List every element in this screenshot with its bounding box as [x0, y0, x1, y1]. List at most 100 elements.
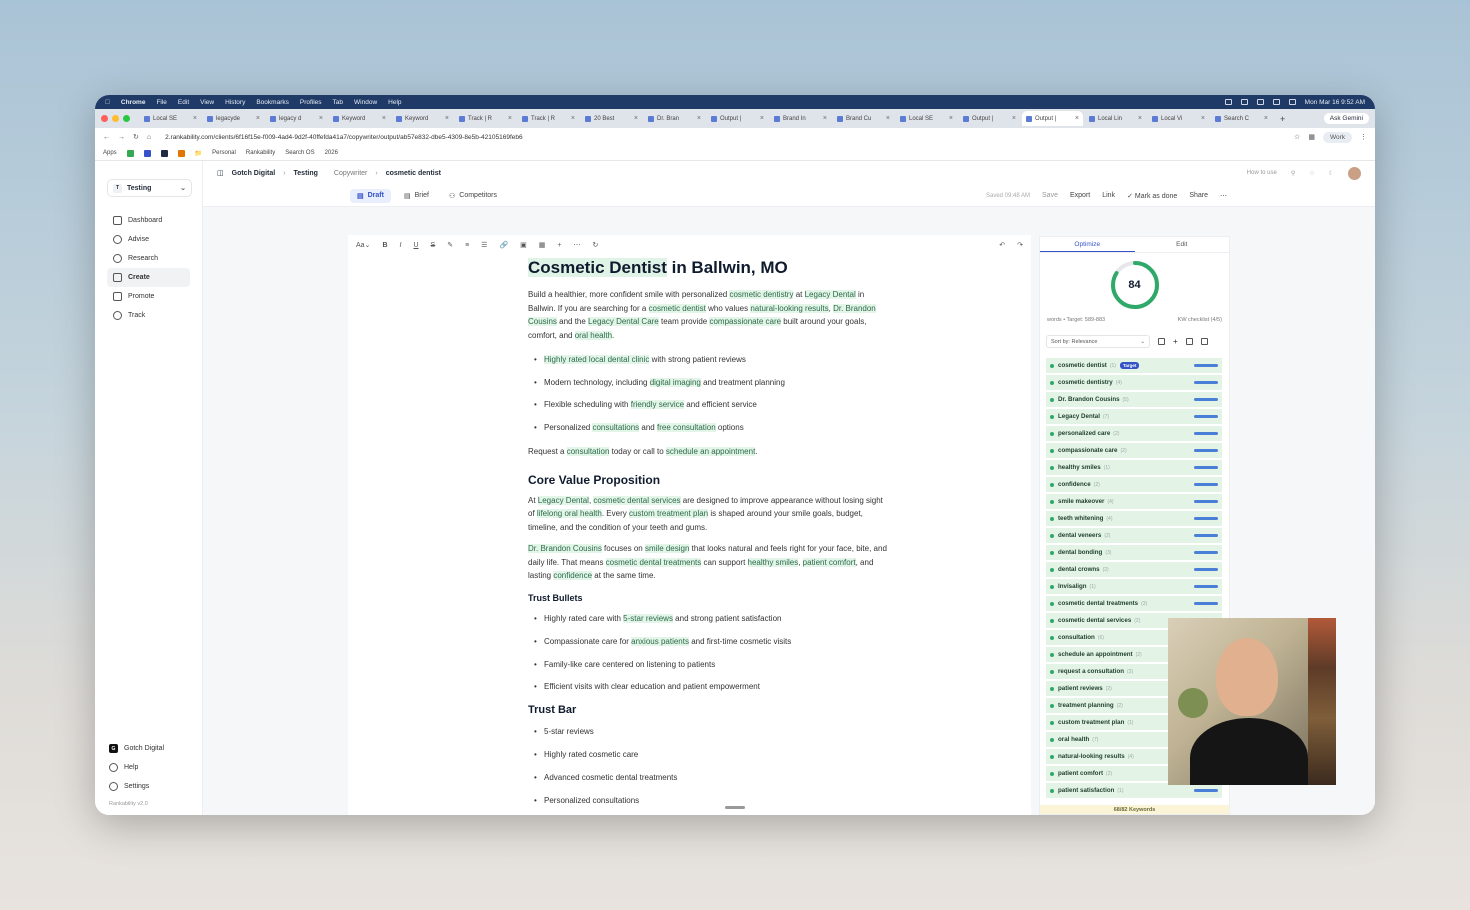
document-body[interactable]: Cosmetic Dentist in Ballwin, MO Build a … [348, 258, 888, 806]
keyword-item[interactable]: patient satisfaction (1) [1046, 783, 1222, 798]
wifi-icon[interactable] [1272, 99, 1280, 105]
close-tab-icon[interactable]: × [634, 115, 638, 122]
menu-edit[interactable]: Edit [178, 99, 189, 106]
keyword-item[interactable]: personalized care (2) [1046, 426, 1222, 441]
align-icon[interactable]: ≡ [465, 242, 469, 249]
close-tab-icon[interactable]: × [382, 115, 386, 122]
list-item[interactable]: Personalized consultations and free cons… [534, 422, 888, 433]
browser-tab[interactable]: legacy d × [266, 111, 327, 126]
bookmark-rankability[interactable]: Rankability [246, 150, 275, 156]
strikethrough-icon[interactable]: S [431, 242, 436, 249]
paragraph[interactable]: Request a consultation today or call to … [528, 445, 888, 459]
browser-tab[interactable]: Search C × [1211, 111, 1272, 126]
keyword-item[interactable]: cosmetic dentist (1) Target [1046, 358, 1222, 373]
browser-tab[interactable]: Local Vi × [1148, 111, 1209, 126]
profile-button[interactable]: Work [1322, 131, 1352, 143]
sidebar-item-advise[interactable]: Advise [107, 230, 190, 249]
list-item[interactable]: Compassionate care for anxious patients … [534, 636, 888, 647]
breadcrumb-project[interactable]: Testing [294, 170, 318, 177]
reload-icon[interactable]: ↻ [133, 133, 139, 141]
browser-tab[interactable]: Output | × [959, 111, 1020, 126]
menu-window[interactable]: Window [354, 99, 377, 106]
bookmark-search-os[interactable]: Search OS [285, 150, 314, 156]
apple-icon[interactable]:  [105, 99, 110, 106]
close-tab-icon[interactable]: × [886, 115, 890, 122]
browser-tab[interactable]: Local Lin × [1085, 111, 1146, 126]
sort-select[interactable]: Sort by: Relevance ⌄ [1046, 335, 1150, 348]
search-icon[interactable] [1158, 338, 1165, 345]
plus-icon[interactable]: + [1173, 337, 1178, 346]
close-tab-icon[interactable]: × [445, 115, 449, 122]
keyword-item[interactable]: dental veneers (2) [1046, 528, 1222, 543]
bookmark-personal[interactable]: Personal [212, 150, 236, 156]
bookmark-icon[interactable] [143, 149, 151, 157]
minimize-window-button[interactable] [112, 115, 119, 122]
document-editor[interactable]: Aa⌄ B I U S ✎ ≡ ☰ 🔗 ▣ ▦ + ⋯ ↻ ↶ ↷ Cosmet… [348, 235, 1031, 815]
url-field[interactable]: 2.rankability.com/clients/6f16f15e-f009-… [165, 134, 1286, 141]
menu-history[interactable]: History [225, 99, 245, 106]
browser-tab[interactable]: Track | R × [518, 111, 579, 126]
text-style-icon[interactable]: Aa⌄ [356, 241, 370, 249]
more-icon[interactable]: ⋯ [574, 241, 581, 249]
tab-edit[interactable]: Edit [1135, 237, 1230, 252]
keyword-item[interactable]: compassionate care (2) [1046, 443, 1222, 458]
bookmark-icon[interactable] [126, 149, 134, 157]
ask-gemini-button[interactable]: Ask Gemini [1323, 113, 1369, 124]
bookmark-icon[interactable] [177, 149, 185, 157]
bookmark-2026[interactable]: 2026 [325, 150, 338, 156]
keyword-item[interactable]: confidence (2) [1046, 477, 1222, 492]
browser-tab[interactable]: Keyword × [329, 111, 390, 126]
tab-draft[interactable]: ▤ Draft [350, 188, 391, 203]
browser-tab[interactable]: Brand In × [770, 111, 831, 126]
italic-icon[interactable]: I [400, 242, 402, 249]
workspace-switcher[interactable]: T Testing ⌄ [107, 179, 192, 197]
list-item[interactable]: Family-like care centered on listening t… [534, 659, 888, 670]
sidebar-item-dashboard[interactable]: Dashboard [107, 211, 190, 230]
back-icon[interactable]: ← [103, 134, 110, 141]
menubar-clock[interactable]: Mon Mar 16 9:52 AM [1305, 99, 1365, 106]
browser-tab[interactable]: Track | R × [455, 111, 516, 126]
list-icon[interactable]: ☰ [481, 241, 487, 249]
menu-file[interactable]: File [156, 99, 166, 106]
breadcrumb-section[interactable]: Copywriter [334, 170, 367, 177]
browser-tab[interactable]: Output | × [707, 111, 768, 126]
bell-icon[interactable]: ♢ [1309, 170, 1314, 177]
bookmark-apps[interactable]: Apps [103, 150, 117, 156]
list-item[interactable]: Highly rated care with 5-star reviews an… [534, 613, 888, 624]
keyword-item[interactable]: smile makeover (4) [1046, 494, 1222, 509]
mark-as-done-button[interactable]: ✓ Mark as done [1127, 192, 1177, 200]
sidebar-item-gotch-digital[interactable]: G Gotch Digital [103, 739, 194, 758]
section-heading[interactable]: Trust Bullets [528, 593, 888, 603]
paragraph[interactable]: Build a healthier, more confident smile … [528, 288, 888, 343]
keyword-item[interactable]: Legacy Dental (7) [1046, 409, 1222, 424]
list-item[interactable]: Personalized consultations [534, 795, 888, 806]
browser-tab[interactable]: 20 Best × [581, 111, 642, 126]
new-tab-button[interactable]: + [1280, 114, 1285, 124]
list-item[interactable]: Highly rated local dental clinic with st… [534, 354, 888, 365]
menubar-app[interactable]: Chrome [121, 99, 146, 106]
search-icon[interactable]: ⚲ [1291, 170, 1295, 177]
moon-icon[interactable]: ☾ [1329, 170, 1334, 177]
keyword-item[interactable]: Invisalign (1) [1046, 579, 1222, 594]
section-heading[interactable]: Trust Bar [528, 704, 888, 716]
forward-icon[interactable]: → [118, 134, 125, 141]
upload-icon[interactable] [1200, 338, 1208, 345]
menu-view[interactable]: View [200, 99, 214, 106]
keyword-item[interactable]: cosmetic dentistry (4) [1046, 375, 1222, 390]
menu-help[interactable]: Help [388, 99, 401, 106]
close-tab-icon[interactable]: × [1138, 115, 1142, 122]
browser-tab[interactable]: Keyword × [392, 111, 453, 126]
sidebar-item-settings[interactable]: Settings [103, 777, 194, 796]
redo-icon[interactable]: ↷ [1017, 241, 1023, 249]
close-tab-icon[interactable]: × [256, 115, 260, 122]
menu-bookmarks[interactable]: Bookmarks [256, 99, 289, 106]
close-tab-icon[interactable]: × [1075, 115, 1079, 122]
page-title[interactable]: Cosmetic Dentist in Ballwin, MO [528, 258, 888, 278]
tab-optimize[interactable]: Optimize [1040, 237, 1135, 252]
close-tab-icon[interactable]: × [823, 115, 827, 122]
plus-icon[interactable]: + [557, 242, 561, 249]
browser-tab[interactable]: Brand Cu × [833, 111, 894, 126]
kebab-menu-icon[interactable]: ⋮ [1360, 133, 1367, 141]
keyword-item[interactable]: cosmetic dental treatments (3) [1046, 596, 1222, 611]
list-item[interactable]: Flexible scheduling with friendly servic… [534, 399, 888, 410]
